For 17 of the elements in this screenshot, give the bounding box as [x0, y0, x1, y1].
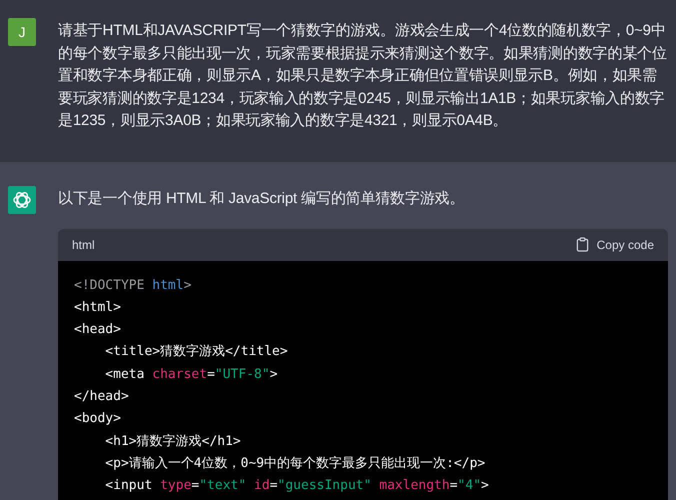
assistant-logo-icon [8, 186, 36, 214]
clipboard-icon [576, 237, 589, 252]
code-line: <h1>猜数字游戏</h1> [104, 432, 241, 451]
code-line: <!DOCTYPE html> [74, 276, 192, 295]
user-message: 请基于HTML和JAVASCRIPT写一个猜数字的游戏。游戏会生成一个4位数的随机数字，0~9中的每个数字最多只能出现一次，玩家需要根据提示来猜测这个数字。如果猜测的数字的某个位置和数字本身都正确，则显示A，如果只是数字本身正确但位置错误则显示B。例如，如果需要玩家猜测的数字是1234，玩家输入的数字是0245，则显示输出1A1B；如果玩家输入的数字是1235，则显示3A0B；如果玩家输入的数字是4321，则显示0A4B。 [58, 21, 668, 132]
code-line: </head> [74, 388, 129, 406]
code-line: <html> [74, 298, 121, 317]
assistant-message: 以下是一个使用 HTML 和 JavaScript 编写的简单猜数字游戏。 [58, 189, 466, 209]
code-line: <body> [74, 410, 121, 428]
copy-code-button[interactable]: Copy code [576, 237, 654, 252]
code-line: <p>请输入一个4位数，0~9中的每个数字最多只能出现一次:</p> [104, 454, 486, 473]
code-line: <head> [74, 321, 121, 340]
code-line: <title>猜数字游戏</title> [104, 343, 288, 362]
code-language: html [72, 238, 95, 252]
user-avatar: J [8, 18, 36, 46]
code-line: <meta charset="UTF-8"> [104, 366, 278, 384]
code-line: <input type="text" id="guessInput" maxlength="4"> [104, 477, 489, 496]
